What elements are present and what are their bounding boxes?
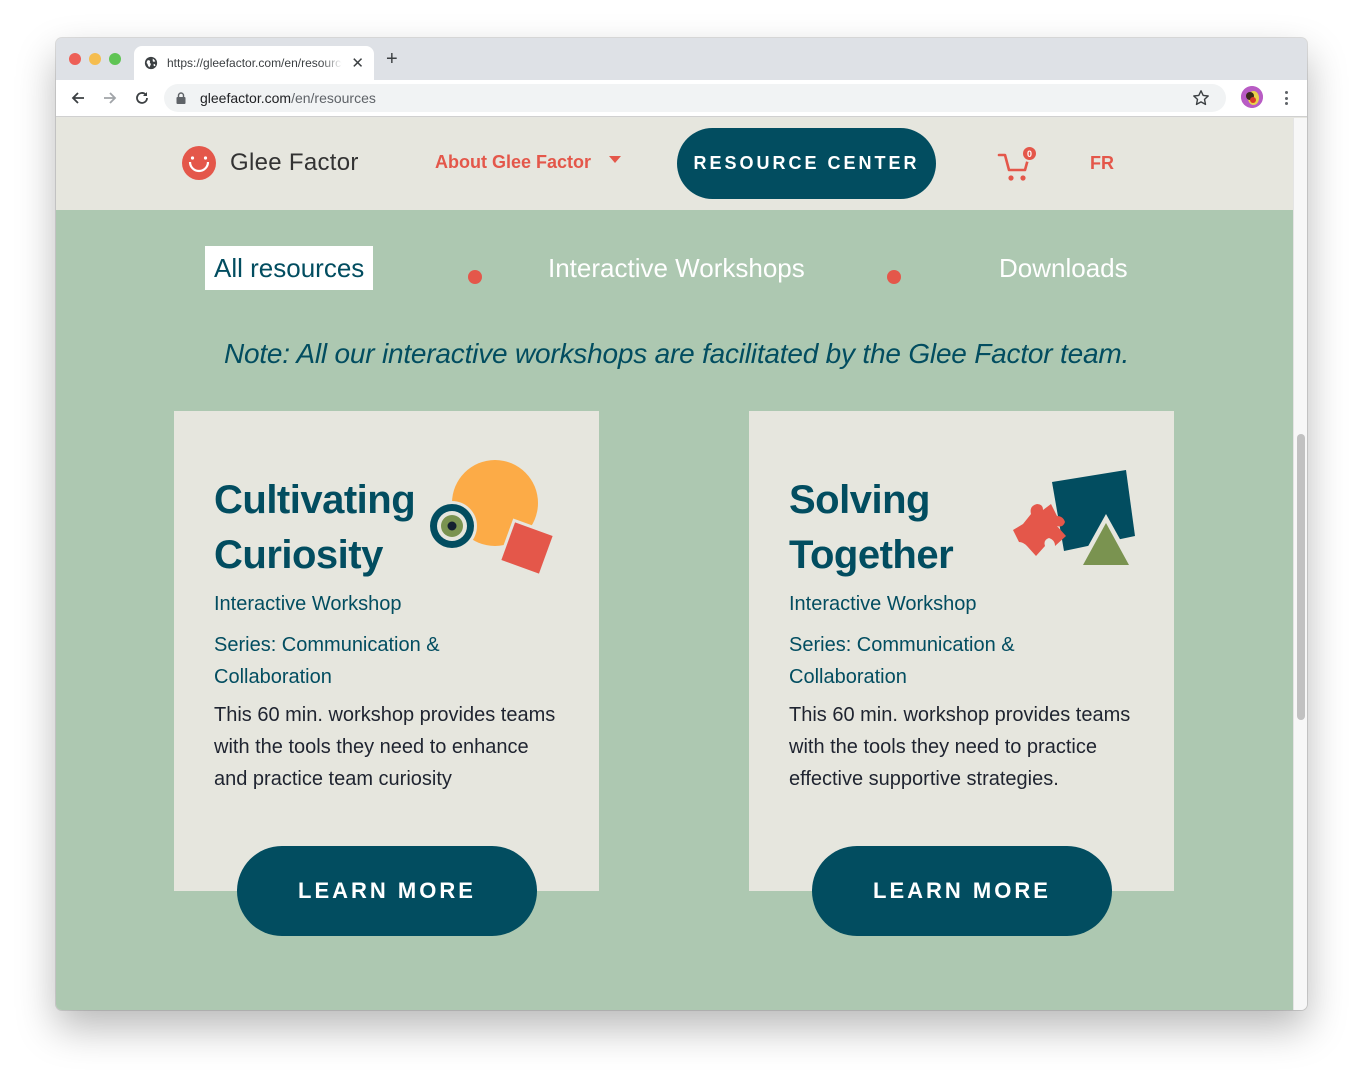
tab-title: https://gleefactor.com/en/resources bbox=[167, 56, 342, 70]
browser-tab[interactable]: https://gleefactor.com/en/resources ✕ bbox=[134, 46, 374, 80]
card-type: Interactive Workshop bbox=[789, 593, 977, 615]
learn-more-button[interactable]: LEARN MORE bbox=[812, 846, 1112, 936]
language-switch[interactable]: FR bbox=[1090, 153, 1114, 174]
close-window-button[interactable] bbox=[69, 53, 81, 65]
about-label: About Glee Factor bbox=[435, 152, 592, 172]
star-icon[interactable] bbox=[1192, 89, 1210, 107]
browser-window: https://gleefactor.com/en/resources ✕ + … bbox=[56, 38, 1307, 1010]
card-title-line: Curiosity bbox=[214, 533, 383, 577]
url-path: /en/resources bbox=[291, 90, 376, 106]
plus-icon[interactable]: + bbox=[386, 49, 398, 69]
arrow-right-icon bbox=[104, 92, 117, 104]
site-header: Glee Factor About Glee Factor RESOURCE C… bbox=[56, 118, 1293, 210]
resource-card: Solving Together Interactive Workshop Se… bbox=[749, 411, 1174, 891]
site-logo[interactable]: Glee Factor bbox=[182, 146, 359, 180]
smiley-logo-icon bbox=[182, 146, 216, 180]
card-series: Series: Communication & Collaboration bbox=[789, 634, 1015, 688]
browser-toolbar: gleefactor.com/en/resources bbox=[56, 80, 1307, 117]
tab-strip: https://gleefactor.com/en/resources ✕ + bbox=[56, 38, 1307, 80]
caret-down-icon bbox=[609, 156, 622, 163]
arrow-left-icon bbox=[71, 92, 84, 104]
maximize-window-button[interactable] bbox=[109, 53, 121, 65]
filter-downloads[interactable]: Downloads bbox=[999, 246, 1128, 290]
separator-dot bbox=[468, 270, 482, 284]
logo-text: Glee Factor bbox=[230, 149, 359, 176]
resource-center-button[interactable]: RESOURCE CENTER bbox=[677, 128, 936, 199]
filter-all-resources[interactable]: All resources bbox=[205, 246, 374, 290]
card-description: This 60 min. workshop provides teams wit… bbox=[214, 704, 556, 790]
reload-button[interactable] bbox=[131, 87, 153, 109]
back-button[interactable] bbox=[67, 87, 89, 109]
about-dropdown[interactable]: About Glee Factor bbox=[435, 152, 622, 173]
address-bar[interactable]: gleefactor.com/en/resources bbox=[164, 84, 1226, 112]
kebab-menu-icon[interactable] bbox=[1280, 89, 1292, 107]
card-title: Cultivating Curiosity bbox=[214, 473, 416, 583]
card-type: Interactive Workshop bbox=[214, 593, 402, 615]
card-title: Solving Together bbox=[789, 473, 954, 583]
avocado-avatar-icon bbox=[1241, 86, 1263, 108]
resource-filters: All resources Interactive Workshops Down… bbox=[56, 246, 1293, 292]
profile-avatar[interactable] bbox=[1241, 86, 1263, 108]
separator-dot bbox=[887, 270, 901, 284]
lock-icon bbox=[176, 92, 186, 104]
minimize-window-button[interactable] bbox=[89, 53, 101, 65]
resource-card: Cultivating Curiosity Interactive Worksh… bbox=[174, 411, 599, 891]
cart-count-badge: 0 bbox=[1021, 145, 1038, 162]
forward-button[interactable] bbox=[99, 87, 121, 109]
web-page: Glee Factor About Glee Factor RESOURCE C… bbox=[56, 118, 1293, 1010]
learn-more-button[interactable]: LEARN MORE bbox=[237, 846, 537, 936]
cart-button[interactable]: 0 bbox=[997, 145, 1039, 185]
vertical-scrollbar[interactable] bbox=[1293, 118, 1307, 1010]
card-title-line: Together bbox=[789, 533, 954, 577]
card-series: Series: Communication & Collaboration bbox=[214, 634, 440, 688]
solving-together-illustration-icon bbox=[1013, 470, 1136, 568]
card-title-line: Cultivating bbox=[214, 478, 416, 522]
scrollbar-thumb[interactable] bbox=[1297, 434, 1305, 720]
card-title-line: Solving bbox=[789, 478, 930, 522]
curiosity-illustration-icon bbox=[427, 460, 557, 578]
globe-icon bbox=[144, 56, 158, 70]
facilitation-note: Note: All our interactive workshops are … bbox=[223, 338, 1130, 369]
url-host: gleefactor.com bbox=[200, 90, 292, 106]
card-description: This 60 min. workshop provides teams wit… bbox=[789, 704, 1131, 790]
close-icon[interactable]: ✕ bbox=[351, 56, 364, 71]
filter-interactive-workshops[interactable]: Interactive Workshops bbox=[548, 246, 805, 290]
reload-icon bbox=[136, 92, 148, 104]
